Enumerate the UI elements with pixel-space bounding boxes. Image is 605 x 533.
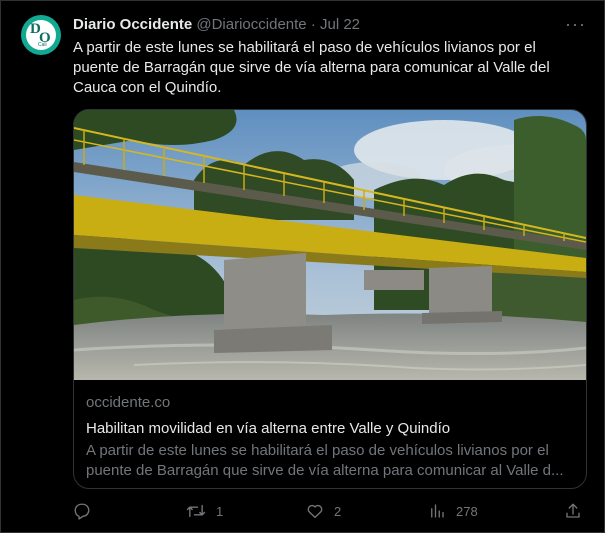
retweet-count: 1 bbox=[216, 503, 224, 519]
more-options-icon[interactable]: ··· bbox=[565, 15, 586, 33]
separator: · bbox=[310, 16, 316, 33]
retweet-button[interactable]: 1 bbox=[186, 500, 223, 522]
like-icon bbox=[306, 502, 324, 520]
tweet[interactable]: D O Cali Diario Occidente @Diarioccident… bbox=[0, 0, 605, 533]
tweet-date[interactable]: Jul 22 bbox=[320, 16, 360, 33]
link-card[interactable]: occidente.co Habilitan movilidad en vía … bbox=[73, 109, 587, 489]
author-name[interactable]: Diario Occidente bbox=[73, 16, 192, 33]
views-button[interactable]: 278 bbox=[428, 500, 478, 522]
avatar[interactable]: D O Cali bbox=[21, 15, 61, 55]
card-description: A partir de este lunes se habilitará el … bbox=[86, 442, 564, 479]
action-bar: 1 2 278 bbox=[73, 500, 585, 522]
retweet-icon bbox=[186, 502, 206, 520]
reply-icon bbox=[73, 502, 91, 520]
like-button[interactable]: 2 bbox=[306, 500, 341, 522]
avatar-logo: D O Cali bbox=[26, 20, 56, 50]
author-handle[interactable]: @Diarioccidente bbox=[196, 16, 306, 33]
share-button[interactable] bbox=[564, 500, 582, 522]
tweet-header: Diario Occidente @Diarioccidente · Jul 2… bbox=[73, 16, 360, 34]
card-image[interactable] bbox=[74, 110, 586, 380]
card-domain: occidente.co bbox=[86, 394, 171, 411]
views-icon bbox=[428, 502, 446, 520]
reply-button[interactable] bbox=[73, 500, 101, 522]
views-count: 278 bbox=[456, 503, 478, 519]
card-title[interactable]: Habilitan movilidad en vía alterna entre… bbox=[86, 419, 574, 439]
like-count: 2 bbox=[334, 503, 342, 519]
share-icon bbox=[564, 502, 582, 520]
card-meta: occidente.co Habilitan movilidad en vía … bbox=[86, 393, 574, 481]
tweet-text: A partir de este lunes se habilitará el … bbox=[73, 39, 550, 96]
avatar-sub: Cali bbox=[38, 42, 47, 48]
